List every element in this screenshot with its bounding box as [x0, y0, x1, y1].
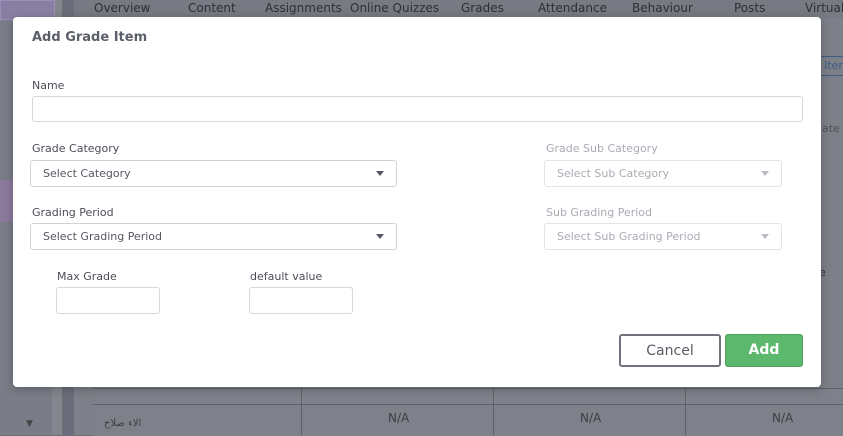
tab-online-quizzes: Online Quizzes: [350, 1, 440, 15]
cancel-button[interactable]: Cancel: [619, 334, 721, 367]
background-tab-bar: Overview Content Assignments Online Quiz…: [74, 0, 843, 18]
max-grade-input[interactable]: [56, 287, 160, 314]
grade-category-label: Grade Category: [32, 142, 120, 155]
max-grade-label: Max Grade: [57, 270, 117, 283]
grade-cell: N/A: [580, 411, 602, 425]
tab-grades: Grades: [461, 1, 504, 15]
tab-posts: Posts: [734, 1, 766, 15]
grade-category-select[interactable]: Select Category: [30, 160, 397, 187]
background-side-text: ate: [822, 122, 840, 135]
chevron-down-icon: ▼: [26, 419, 33, 429]
student-name: الاء صلاح: [104, 418, 142, 429]
chevron-down-icon: [376, 234, 384, 239]
add-grade-item-dialog: Add Grade Item Name Grade Category Selec…: [13, 17, 821, 387]
sub-grading-period-select[interactable]: Select Sub Grading Period: [544, 223, 782, 250]
grade-cell: N/A: [388, 411, 410, 425]
chevron-down-icon: [761, 171, 769, 176]
grade-sub-category-value: Select Sub Category: [557, 167, 670, 180]
grade-sub-category-select[interactable]: Select Sub Category: [544, 160, 782, 187]
table-column-divider: [493, 388, 494, 435]
name-label: Name: [32, 79, 65, 92]
tab-overview: Overview: [94, 1, 151, 15]
grading-period-value: Select Grading Period: [43, 230, 163, 243]
chevron-down-icon: [376, 171, 384, 176]
add-button[interactable]: Add: [725, 334, 803, 367]
table-row-divider: [93, 404, 843, 405]
default-value-label: default value: [250, 270, 323, 283]
tab-content: Content: [188, 1, 236, 15]
name-input[interactable]: [32, 96, 803, 122]
default-value-input[interactable]: [249, 287, 353, 314]
sub-grading-period-label: Sub Grading Period: [546, 206, 653, 219]
grade-category-value: Select Category: [43, 167, 131, 180]
chevron-down-icon: [761, 234, 769, 239]
background-grades-table: [93, 388, 843, 436]
grade-cell: N/A: [772, 411, 794, 425]
sidebar-highlight: [0, 180, 14, 222]
grading-period-select[interactable]: Select Grading Period: [30, 223, 397, 250]
dialog-title: Add Grade Item: [32, 30, 148, 45]
grade-sub-category-label: Grade Sub Category: [546, 142, 658, 155]
tab-behaviour: Behaviour: [632, 1, 693, 15]
tab-attendance: Attendance: [538, 1, 607, 15]
tab-virtual: Virtual: [805, 1, 843, 15]
background-add-item-link: Item: [820, 56, 843, 76]
grading-period-label: Grading Period: [32, 206, 114, 219]
tab-assignments: Assignments: [265, 1, 342, 15]
table-column-divider: [685, 388, 686, 435]
sub-grading-period-value: Select Sub Grading Period: [557, 230, 701, 243]
